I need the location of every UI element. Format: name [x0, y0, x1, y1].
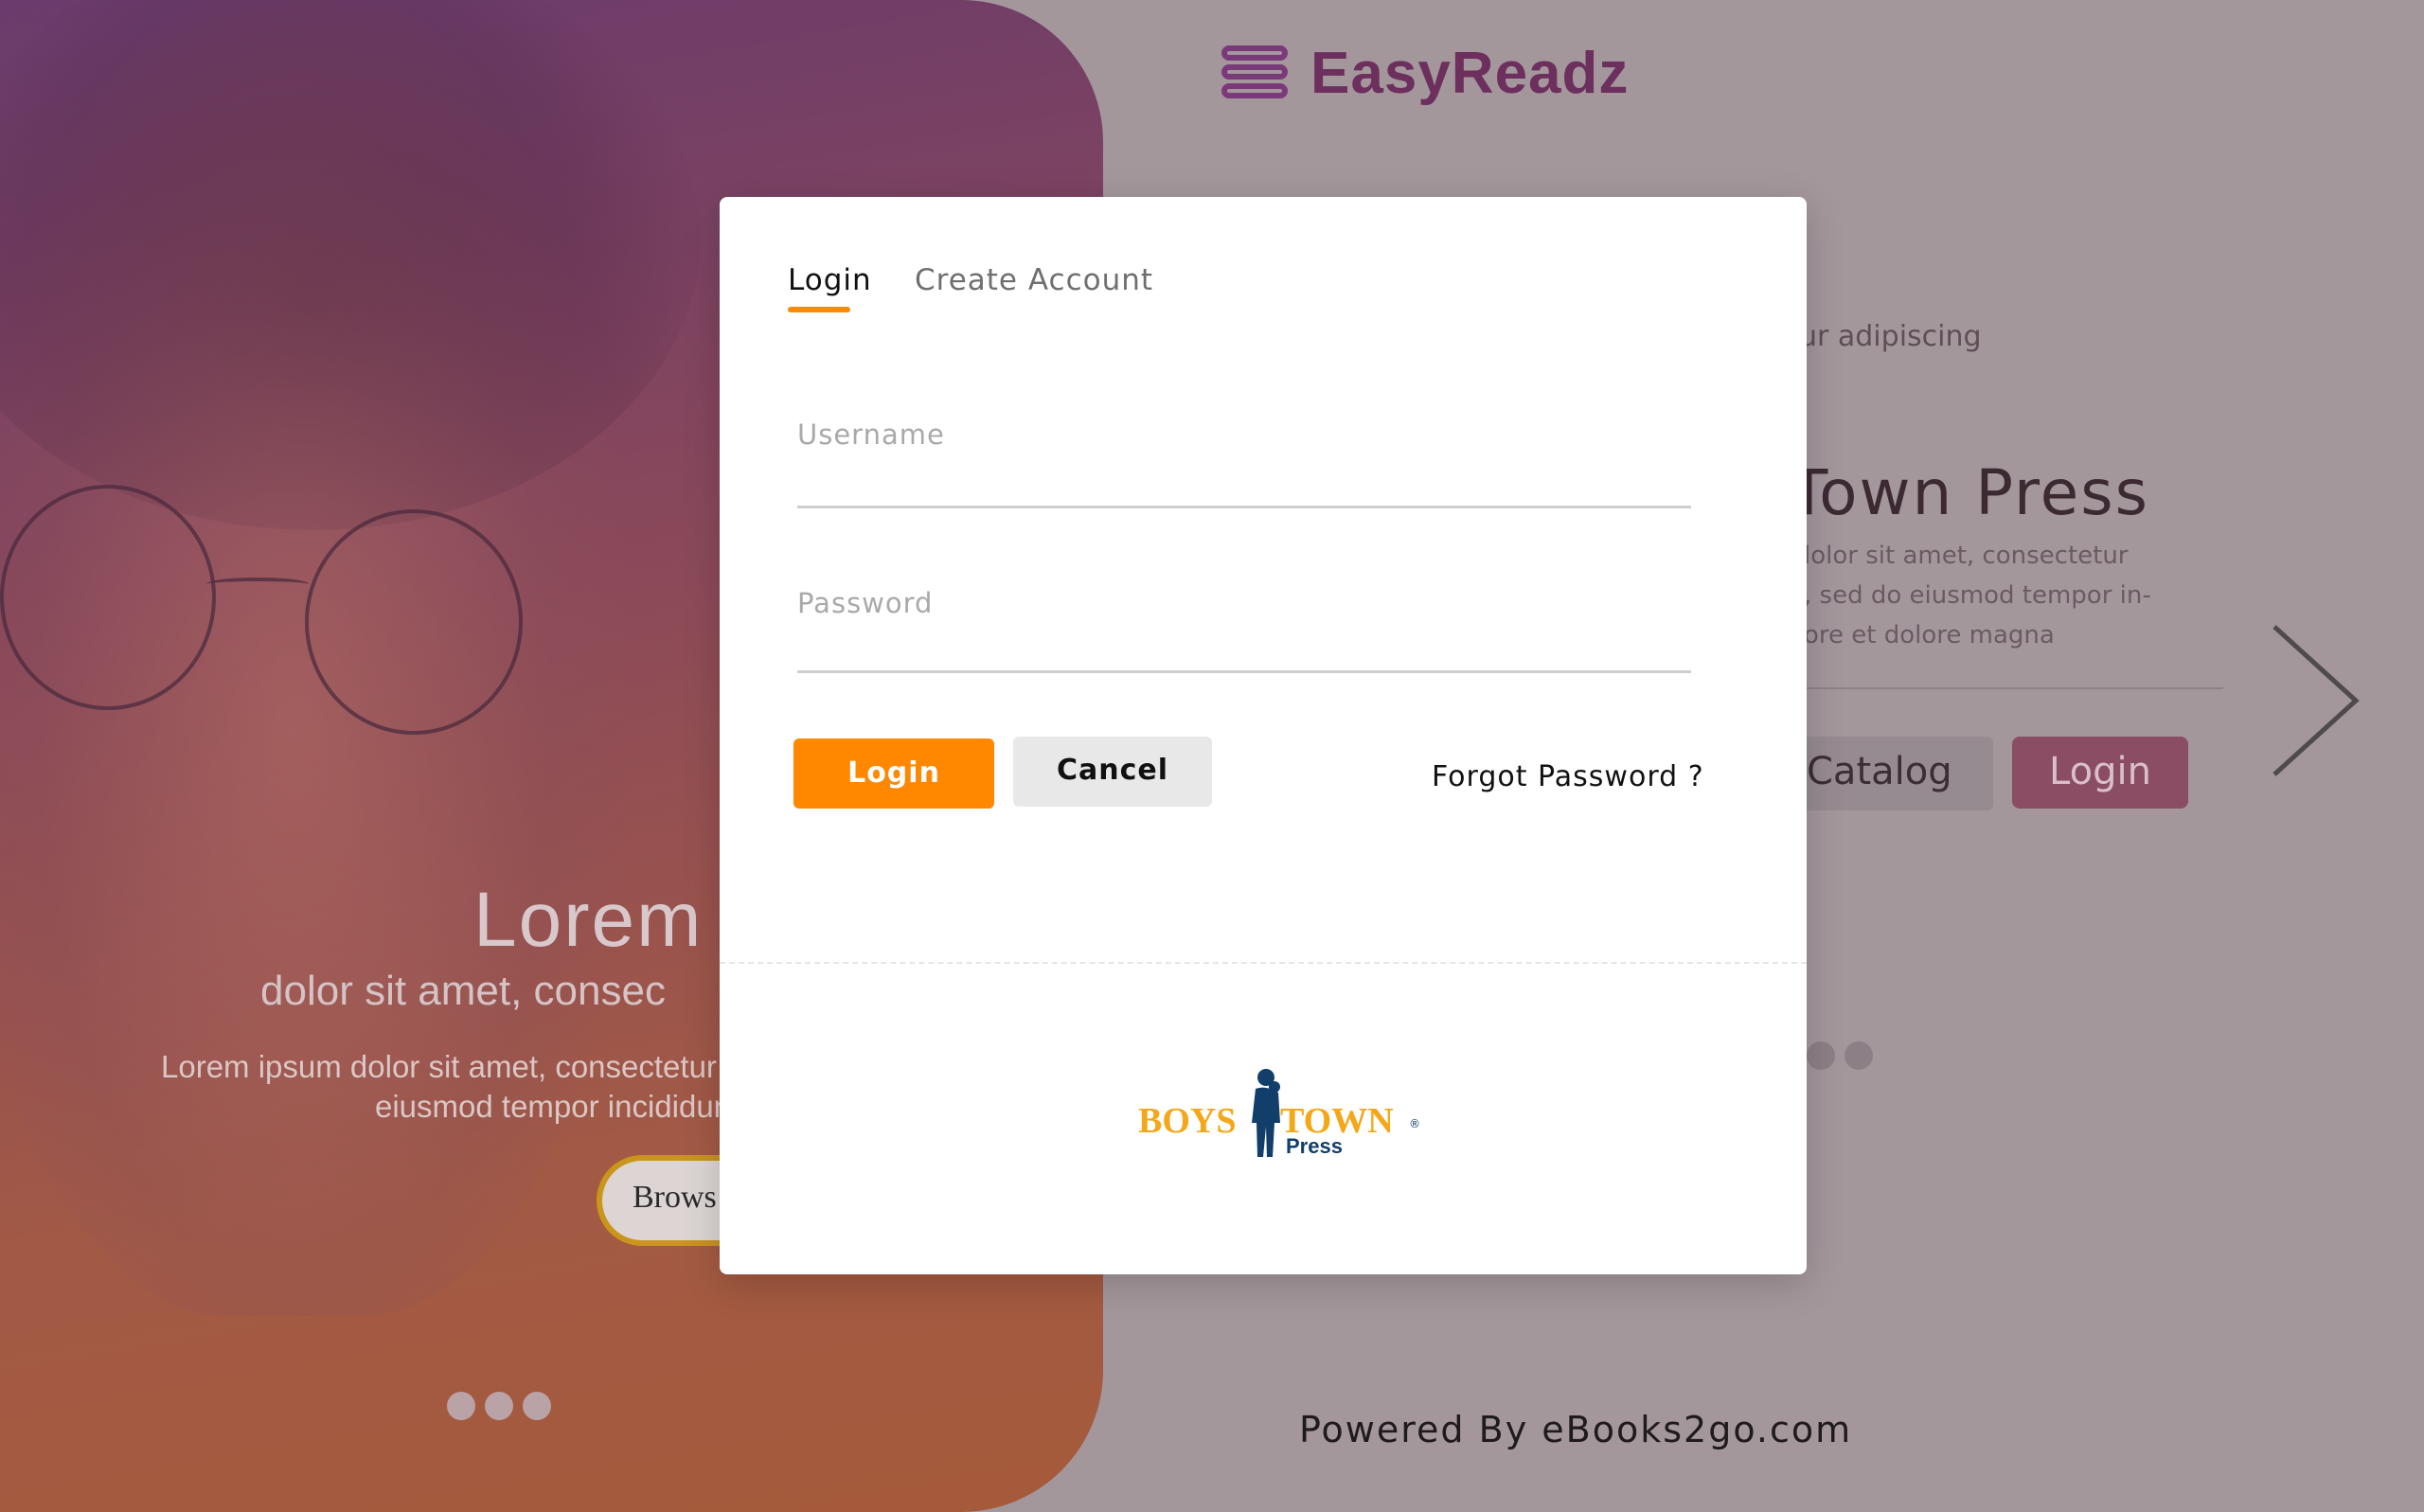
forgot-password-link[interactable]: Forgot Password ?: [1432, 760, 1704, 793]
username-field: [797, 418, 1691, 508]
active-tab-indicator: [788, 307, 850, 312]
catalog-button[interactable]: Catalog: [1780, 737, 1993, 810]
hero-carousel-dots: [447, 1392, 551, 1420]
carousel-dot[interactable]: [447, 1392, 475, 1420]
carousel-dot[interactable]: [1845, 1041, 1873, 1070]
modal-divider: [720, 962, 1807, 964]
brand-header: EasyReadz: [1221, 40, 1629, 107]
password-field: [797, 587, 1691, 673]
panel-description-line1: lolor sit amet, consectetur: [1804, 542, 2129, 570]
panel-divider: [1799, 687, 2223, 689]
brand-name: EasyReadz: [1310, 41, 1630, 106]
login-button[interactable]: Login: [793, 738, 994, 809]
carousel-dot[interactable]: [485, 1392, 513, 1420]
carousel-dot[interactable]: [1807, 1041, 1835, 1070]
panel-login-button[interactable]: Login: [2012, 737, 2188, 809]
tab-create-account[interactable]: Create Account: [915, 263, 1153, 297]
panel-description-line3: ore et dolore magna: [1804, 621, 2055, 649]
panel-carousel-dots: [1807, 1041, 1873, 1070]
hero-description-line1: Lorem ipsum dolor sit amet, consectetur …: [161, 1049, 760, 1084]
login-modal: Login Create Account Login Cancel Forgot…: [720, 197, 1807, 1274]
cancel-button[interactable]: Cancel: [1013, 737, 1212, 807]
book-stack-icon: [1221, 44, 1292, 102]
powered-by-text: Powered By eBooks2go.com: [1299, 1409, 1853, 1450]
glasses-left-lens: [0, 485, 216, 710]
carousel-dot[interactable]: [523, 1392, 551, 1420]
registered-mark: ®: [1409, 1117, 1420, 1130]
hero-title: Lorem: [473, 877, 704, 963]
hero-subtitle: dolor sit amet, consec: [260, 968, 666, 1014]
tab-login[interactable]: Login: [788, 263, 872, 297]
panel-tagline: ur adipiscing: [1799, 320, 1982, 353]
username-input[interactable]: [797, 418, 1691, 451]
glasses-right-lens: [305, 509, 523, 735]
panel-title: Town Press: [1790, 456, 2149, 529]
chevron-right-icon[interactable]: [2254, 621, 2377, 782]
logo-word-boys: BOYS: [1138, 1101, 1237, 1141]
hero-description-line2: eiusmod tempor incididunt: [375, 1089, 740, 1124]
password-input[interactable]: [797, 587, 1691, 619]
logo-word-press: Press: [1286, 1134, 1343, 1158]
panel-description-line2: , sed do eiusmod tempor in-: [1804, 581, 2151, 610]
boys-town-press-logo: BOYS TOWN Press ®: [1138, 1068, 1422, 1163]
glasses-bridge: [206, 578, 309, 591]
